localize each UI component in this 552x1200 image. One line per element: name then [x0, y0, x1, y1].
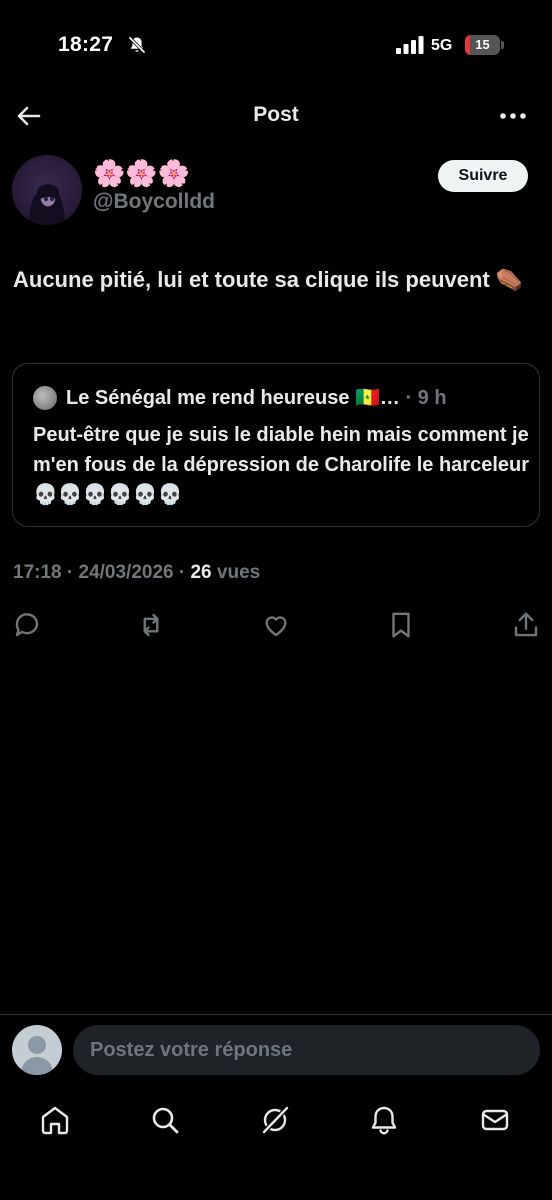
post-meta: 17:18 · 24/03/2026 · 26 vues [13, 562, 261, 583]
status-time: 18:27 [58, 33, 114, 56]
quote-header: Le Sénégal me rend heureuse 🇸🇳… · 9 h [66, 384, 536, 412]
post-date: 24/03/2026 [78, 562, 174, 583]
post-actions [0, 606, 552, 646]
post-text: Aucune pitié, lui et toute sa clique ils… [13, 267, 524, 292]
avatar[interactable] [12, 155, 82, 225]
grok-icon[interactable] [257, 1102, 293, 1138]
post-time: 17:18 [13, 562, 62, 583]
quote-author-avatar [33, 386, 57, 410]
bottom-nav [0, 1090, 552, 1150]
network-type: 5G [431, 37, 453, 54]
home-icon[interactable] [37, 1102, 73, 1138]
search-icon[interactable] [147, 1102, 183, 1138]
notifications-icon[interactable] [366, 1102, 402, 1138]
page-title: Post [253, 103, 299, 126]
quote-text: Peut-être que je suis le diable hein mai… [33, 424, 530, 506]
reply-icon[interactable] [12, 610, 42, 640]
header: Post [0, 92, 552, 140]
user-avatar[interactable] [12, 1025, 62, 1075]
arrow-left-icon[interactable] [12, 100, 44, 132]
divider [0, 1014, 552, 1015]
reply-input[interactable] [73, 1025, 540, 1075]
more-horizontal-icon[interactable] [496, 100, 530, 132]
author-handle[interactable]: @Boycolldd [93, 190, 215, 214]
quote-author-name: Le Sénégal me rend heureuse 🇸🇳… [66, 387, 400, 409]
status-bar: 18:27 5G 15 [0, 0, 552, 90]
bell-off-icon [128, 36, 146, 54]
bookmark-icon[interactable] [386, 610, 416, 640]
messages-icon[interactable] [477, 1102, 513, 1138]
author-display-name[interactable]: 🌸🌸🌸 [93, 158, 190, 188]
quote-timestamp: · 9 h [399, 387, 447, 409]
views-label: vues [216, 562, 261, 583]
repost-icon[interactable] [136, 610, 166, 640]
battery-icon: 15 [465, 35, 505, 55]
views-count: 26 [190, 562, 212, 583]
signal-icon [396, 36, 424, 54]
quoted-post[interactable]: Le Sénégal me rend heureuse 🇸🇳… · 9 h Pe… [12, 363, 540, 527]
share-icon[interactable] [511, 610, 541, 640]
like-icon[interactable] [261, 610, 291, 640]
follow-button[interactable]: Suivre [438, 160, 528, 192]
battery-percent: 15 [475, 37, 490, 52]
